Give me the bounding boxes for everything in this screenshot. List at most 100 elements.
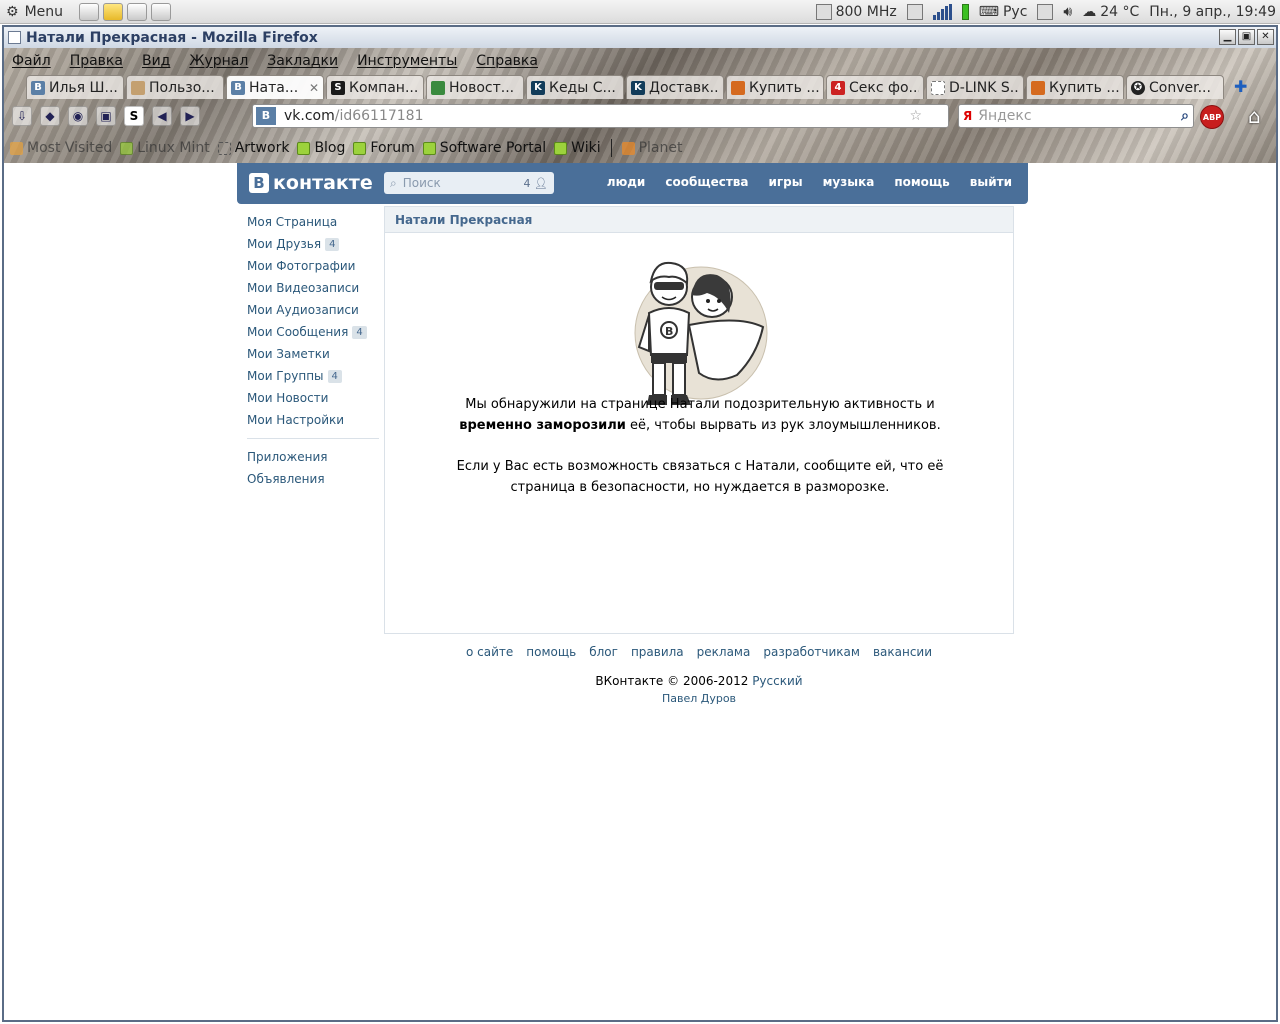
sidebar-item[interactable]: Мои Сообщения 4 [247, 321, 379, 343]
sidebar-item[interactable]: Мои Видеозаписи [247, 277, 379, 299]
menu-item-2[interactable]: Вид [142, 53, 170, 69]
address-bar[interactable]: В vk.com/id66117181 ☆ [252, 104, 949, 128]
footer-link[interactable]: правила [631, 645, 684, 659]
workspace-switcher-icon[interactable] [906, 4, 923, 20]
search-icon[interactable]: ⌕ [1181, 108, 1189, 124]
footer-link[interactable]: блог [589, 645, 618, 659]
bookmark-item[interactable]: Wiki [554, 140, 601, 156]
browser-tab[interactable]: K Кеды С... [526, 75, 624, 99]
browser-tab[interactable]: Пользо... [126, 75, 224, 99]
folder-launcher-icon[interactable] [103, 2, 124, 21]
menu-item-4[interactable]: Закладки [267, 53, 338, 69]
temperature-text: 24 °C [1100, 4, 1140, 20]
clipboard-icon[interactable] [1037, 4, 1054, 20]
browser-tab[interactable]: ✪ Conver... [1126, 75, 1224, 99]
vk-logo[interactable]: В контакте [249, 172, 373, 194]
sidebar-item[interactable]: Объявления [247, 468, 379, 490]
browser-tab[interactable]: 4 Секс фо... [826, 75, 924, 99]
bookmark-item[interactable]: Artwork [217, 140, 289, 156]
menu-item-1[interactable]: Правка [70, 53, 123, 69]
vk-nav-link[interactable]: помощь [894, 175, 949, 189]
sidebar-item[interactable]: Моя Страница [247, 211, 379, 233]
sidebar-item[interactable]: Мои Новости [247, 387, 379, 409]
footer-link[interactable]: разработчикам [763, 645, 860, 659]
vk-search-input[interactable]: ⌕ Поиск 4 👤︎ [384, 172, 554, 194]
clock[interactable]: Пн., 9 апр., 19:49 [1149, 4, 1276, 20]
bookmark-item[interactable]: Forum [353, 140, 415, 156]
language-link[interactable]: Русский [752, 674, 802, 688]
back-button-icon[interactable]: ◀ [152, 106, 172, 126]
sidebar-item[interactable]: Приложения [247, 446, 379, 468]
s-addon-icon[interactable]: S [124, 106, 144, 126]
sidebar-item[interactable]: Мои Настройки [247, 409, 379, 431]
sidebar-item[interactable]: Мои Группы 4 [247, 365, 379, 387]
search-bar[interactable]: Я Яндекс ⌕ [958, 104, 1194, 128]
sidebar-item-count-badge: 4 [327, 369, 342, 383]
weather-indicator[interactable]: ☁ 24 °C [1082, 4, 1139, 20]
new-tab-icon[interactable]: ✚ [1234, 77, 1247, 96]
terminal-launcher-icon[interactable] [127, 2, 148, 21]
forward-button-icon[interactable]: ▶ [180, 106, 200, 126]
menu-item-6[interactable]: Справка [476, 53, 538, 69]
window-titlebar[interactable]: Натали Прекрасная - Mozilla Firefox ▁ ▣ … [4, 27, 1276, 48]
tab-favicon-icon [931, 80, 945, 95]
browser-tab[interactable]: K Доставк... [626, 75, 724, 99]
menu-item-3[interactable]: Журнал [189, 53, 248, 69]
footer-link[interactable]: о сайте [466, 645, 513, 659]
addon-icon[interactable]: ◆ [40, 106, 60, 126]
vk-nav-link[interactable]: музыка [823, 175, 875, 189]
sidebar-item[interactable]: Мои Друзья 4 [247, 233, 379, 255]
vk-nav-link[interactable]: выйти [970, 175, 1012, 189]
browser-tab[interactable]: D-LINK S... [926, 75, 1024, 99]
settings-launcher-icon[interactable] [151, 2, 172, 21]
volume-icon[interactable]: 🔊︎ [1063, 4, 1072, 20]
vk-nav-link[interactable]: игры [769, 175, 803, 189]
bookmark-item[interactable]: Most Visited [10, 140, 112, 156]
battery-icon[interactable] [961, 4, 969, 20]
author-link[interactable]: Павел Дуров [384, 692, 1014, 705]
bookmark-item[interactable]: Planet [621, 140, 682, 156]
keyboard-icon: ⌨ [978, 4, 999, 20]
minimize-button[interactable]: ▁ [1219, 29, 1236, 45]
browser-tab[interactable]: Купить ... [1026, 75, 1124, 99]
screenshot-launcher-icon[interactable] [79, 2, 100, 21]
tab-label: Доставк... [649, 79, 719, 96]
sidebar-item[interactable]: Мои Фотографии [247, 255, 379, 277]
bookmark-item[interactable]: Blog [297, 140, 345, 156]
download-icon[interactable]: ⇩ [12, 106, 32, 126]
menu-item-5[interactable]: Инструменты [357, 53, 457, 69]
browser-tab[interactable]: S Компан... [326, 75, 424, 99]
vk-footer: о сайте помощь блог правила реклама разработч… [384, 645, 1014, 705]
sync-icon[interactable]: ◉ [68, 106, 88, 126]
screen-icon[interactable]: ▣ [96, 106, 116, 126]
web-page: В контакте ⌕ Поиск 4 👤︎ люди сообщества иг… [4, 163, 1276, 999]
vk-nav-link[interactable]: люди [607, 175, 646, 189]
bookmark-star-icon[interactable]: ☆ [909, 108, 922, 124]
main-menu-button[interactable]: ⚙ Menu [0, 4, 69, 20]
footer-link[interactable]: реклама [697, 645, 751, 659]
sidebar-item[interactable]: Мои Заметки [247, 343, 379, 365]
vk-nav-link[interactable]: сообщества [665, 175, 748, 189]
site-identity-icon[interactable]: В [256, 107, 276, 125]
browser-tab[interactable]: Новост... [426, 75, 524, 99]
adblock-icon[interactable]: ABP [1200, 105, 1224, 129]
browser-tab[interactable]: B Илья Ш... [26, 75, 124, 99]
network-signal-icon[interactable] [932, 4, 952, 20]
bookmark-item[interactable]: Software Portal [422, 140, 546, 156]
sidebar-item[interactable]: Мои Аудиозаписи [247, 299, 379, 321]
footer-link[interactable]: помощь [526, 645, 576, 659]
bookmarks-toolbar: Most Visited Linux Mint Artwork Blog Forum So… [4, 133, 1276, 163]
maximize-button[interactable]: ▣ [1238, 29, 1255, 45]
close-window-button[interactable]: ✕ [1257, 29, 1274, 45]
cpu-freq-indicator[interactable]: 800 MHz [815, 4, 897, 20]
browser-tab[interactable]: B Ната... ✕ [226, 75, 324, 99]
footer-link[interactable]: вакансии [873, 645, 932, 659]
keyboard-layout-indicator[interactable]: ⌨ Рус [979, 4, 1028, 20]
bookmark-item[interactable]: Linux Mint [120, 140, 210, 156]
home-icon[interactable]: ⌂ [1248, 104, 1261, 128]
browser-tab[interactable]: Купить ... [726, 75, 824, 99]
tab-close-icon[interactable]: ✕ [309, 81, 319, 95]
search-engine-icon[interactable]: Я [963, 109, 972, 123]
tab-favicon-icon [1031, 80, 1045, 95]
menu-item-0[interactable]: Файл [12, 53, 51, 69]
